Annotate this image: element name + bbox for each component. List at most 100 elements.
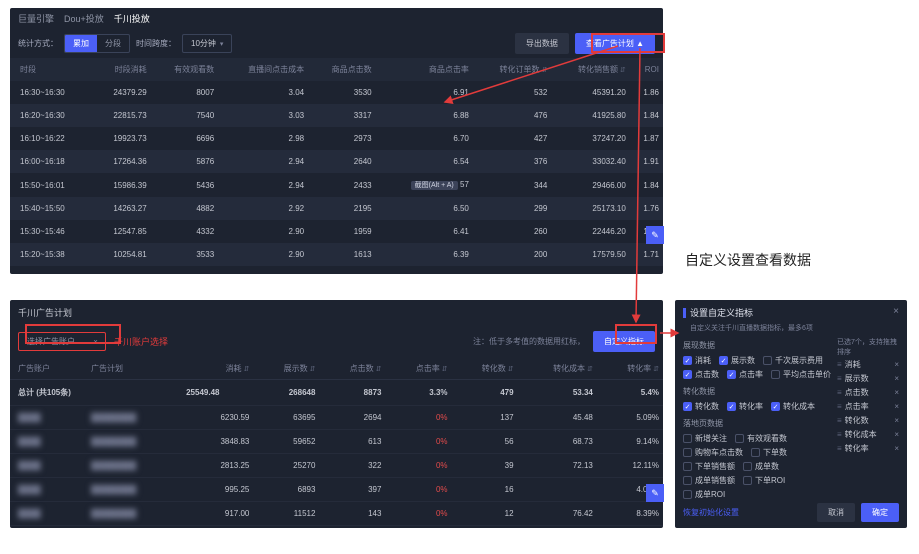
metric-checkbox[interactable]: ✓转化率 bbox=[727, 401, 763, 412]
metric-checkbox[interactable]: ✓消耗 bbox=[683, 355, 711, 366]
cell: 8007 bbox=[151, 81, 218, 104]
selected-metric-item[interactable]: ≡展示数× bbox=[837, 373, 899, 384]
metric-checkbox[interactable]: 下单数 bbox=[751, 447, 787, 458]
metric-checkbox[interactable]: 下单ROI bbox=[743, 475, 785, 486]
col-2[interactable]: 有效观看数 bbox=[151, 58, 218, 81]
metric-checkbox[interactable]: ✓点击率 bbox=[727, 369, 763, 380]
cell: 2195 bbox=[308, 197, 375, 220]
plan-col-4[interactable]: 点击数 bbox=[319, 358, 385, 380]
view-ad-plan-button[interactable]: 查看广告计划 ▲ bbox=[575, 33, 655, 54]
metric-checkbox[interactable]: 下单销售额 bbox=[683, 461, 735, 472]
col-6[interactable]: 转化订单数 bbox=[473, 58, 551, 81]
export-button[interactable]: 导出数据 bbox=[515, 33, 569, 54]
drag-icon[interactable]: ≡ bbox=[837, 374, 842, 383]
metric-group: 新增关注有效观看数购物车点击数下单数下单销售额成单数成单销售额下单ROI 成单RO… bbox=[683, 433, 831, 500]
remove-icon[interactable]: × bbox=[894, 430, 899, 439]
plan-col-6[interactable]: 转化数 bbox=[452, 358, 518, 380]
col-1[interactable]: 时段消耗 bbox=[93, 58, 151, 81]
metric-checkbox[interactable]: ✓转化成本 bbox=[771, 401, 815, 412]
selected-metric-item[interactable]: ≡转化数 × bbox=[837, 415, 899, 426]
cell: 3.04 bbox=[218, 81, 308, 104]
ad-plan-header: 千川广告计划 bbox=[10, 300, 663, 325]
cancel-button[interactable]: 取消 bbox=[817, 503, 855, 522]
plan-col-7[interactable]: 转化成本 bbox=[518, 358, 597, 380]
plan-col-2[interactable]: 消耗 bbox=[178, 358, 253, 380]
metric-checkbox[interactable]: 新增关注 bbox=[683, 433, 727, 444]
cell: 53.34 bbox=[518, 380, 597, 406]
plan-col-5[interactable]: 点击率 bbox=[385, 358, 451, 380]
remove-icon[interactable]: × bbox=[894, 374, 899, 383]
metric-checkbox[interactable]: 有效观看数 bbox=[735, 433, 787, 444]
metric-checkbox[interactable]: 成单数 bbox=[743, 461, 779, 472]
remove-icon[interactable]: × bbox=[894, 388, 899, 397]
cell: 10254.81 bbox=[93, 243, 151, 266]
remove-icon[interactable]: × bbox=[894, 402, 899, 411]
col-7[interactable]: 转化销售额 bbox=[551, 58, 629, 81]
remove-icon[interactable]: × bbox=[894, 444, 899, 453]
col-5[interactable]: 商品点击率 bbox=[376, 58, 473, 81]
selected-metric-item[interactable]: ≡消耗× bbox=[837, 359, 899, 370]
ad-plan-controls: 选择广告账户 千川账户选择 注：低于多考值的数据用红标， 自定义指标 bbox=[10, 325, 663, 358]
cell: 3.3% bbox=[385, 380, 451, 406]
checkbox-icon bbox=[683, 490, 692, 499]
cell: 344 bbox=[473, 173, 551, 197]
metric-checkbox[interactable]: 成单销售额 bbox=[683, 475, 735, 486]
mode-segment[interactable]: 分段 bbox=[97, 35, 129, 52]
drag-icon[interactable]: ≡ bbox=[837, 360, 842, 369]
metric-checkbox[interactable]: 千次展示费用 bbox=[763, 355, 823, 366]
plan-col-3[interactable]: 展示数 bbox=[253, 358, 319, 380]
checkbox-icon: ✓ bbox=[719, 356, 728, 365]
selected-metric-item[interactable]: ≡点击率× bbox=[837, 401, 899, 412]
remove-icon[interactable]: × bbox=[894, 360, 899, 369]
metric-checkbox[interactable]: ✓展示数 bbox=[719, 355, 755, 366]
drag-icon[interactable]: ≡ bbox=[837, 430, 842, 439]
tab-qianchuan[interactable]: 千川投放 bbox=[114, 12, 150, 25]
selected-metric-item[interactable]: ≡转化成本× bbox=[837, 429, 899, 440]
cell: 479 bbox=[452, 380, 518, 406]
selected-metric-label: ≡转化数 bbox=[837, 415, 869, 426]
selected-metric-item[interactable]: ≡转化率× bbox=[837, 443, 899, 454]
cell: 1.91 bbox=[630, 150, 663, 173]
metric-label: 转化率 bbox=[739, 401, 763, 412]
metric-label: 千次展示费用 bbox=[775, 355, 823, 366]
cell: 995.25 bbox=[178, 478, 253, 502]
col-8[interactable]: ROI bbox=[630, 58, 663, 81]
tab-juliang[interactable]: 巨量引擎 bbox=[18, 12, 54, 25]
metric-checkbox[interactable]: 平均点击单价 bbox=[771, 369, 831, 380]
confirm-button[interactable]: 确定 bbox=[861, 503, 899, 522]
table-row: 15:50~16:0115986.3954362.942433截图(Alt + … bbox=[10, 173, 663, 197]
cell: 6.54 bbox=[376, 150, 473, 173]
account-select[interactable]: 选择广告账户 bbox=[18, 332, 106, 351]
cell: 6230.59 bbox=[178, 406, 253, 430]
dialog-subtitle: 自定义关注千川直播数据指标，最多6项 bbox=[690, 323, 899, 333]
metric-checkbox[interactable]: 购物车点击数 bbox=[683, 447, 743, 458]
remove-icon[interactable]: × bbox=[894, 416, 899, 425]
col-4[interactable]: 商品点击数 bbox=[308, 58, 375, 81]
selected-metric-item[interactable]: ≡点击数× bbox=[837, 387, 899, 398]
metric-checkbox[interactable]: 成单ROI bbox=[683, 489, 725, 500]
mode-segmented[interactable]: 累加 分段 bbox=[64, 34, 130, 53]
edit-row-button[interactable]: ✎ bbox=[646, 226, 664, 244]
drag-icon[interactable]: ≡ bbox=[837, 416, 842, 425]
metric-groups: 展现数据✓消耗✓展示数千次展示费用✓点击数✓点击率平均点击单价转化数据✓转化数✓… bbox=[683, 337, 831, 500]
drag-icon[interactable]: ≡ bbox=[837, 444, 842, 453]
edit-plan-button[interactable]: ✎ bbox=[646, 484, 664, 502]
mode-cumulative[interactable]: 累加 bbox=[65, 35, 97, 52]
custom-metrics-button[interactable]: 自定义指标 bbox=[593, 331, 655, 352]
metric-checkbox[interactable]: ✓点击数 bbox=[683, 369, 719, 380]
plan-col-8[interactable]: 转化率 bbox=[597, 358, 663, 380]
cell: 6.88 bbox=[376, 104, 473, 127]
metric-label: 成单销售额 bbox=[695, 475, 735, 486]
restore-defaults-link[interactable]: 恢复初始化设置 bbox=[683, 507, 739, 518]
cell: 16:20~16:30 bbox=[10, 104, 93, 127]
granularity-select[interactable]: 10分钟 bbox=[182, 34, 232, 53]
close-icon[interactable]: × bbox=[893, 306, 899, 317]
cell: 4882 bbox=[151, 197, 218, 220]
plan-cell: ████████ bbox=[83, 430, 178, 454]
drag-icon[interactable]: ≡ bbox=[837, 388, 842, 397]
col-3[interactable]: 直播间点击成本 bbox=[218, 58, 308, 81]
tab-dou[interactable]: Dou+投放 bbox=[64, 12, 104, 25]
drag-icon[interactable]: ≡ bbox=[837, 402, 842, 411]
metric-checkbox[interactable]: ✓转化数 bbox=[683, 401, 719, 412]
cell: 6.39 bbox=[376, 243, 473, 266]
